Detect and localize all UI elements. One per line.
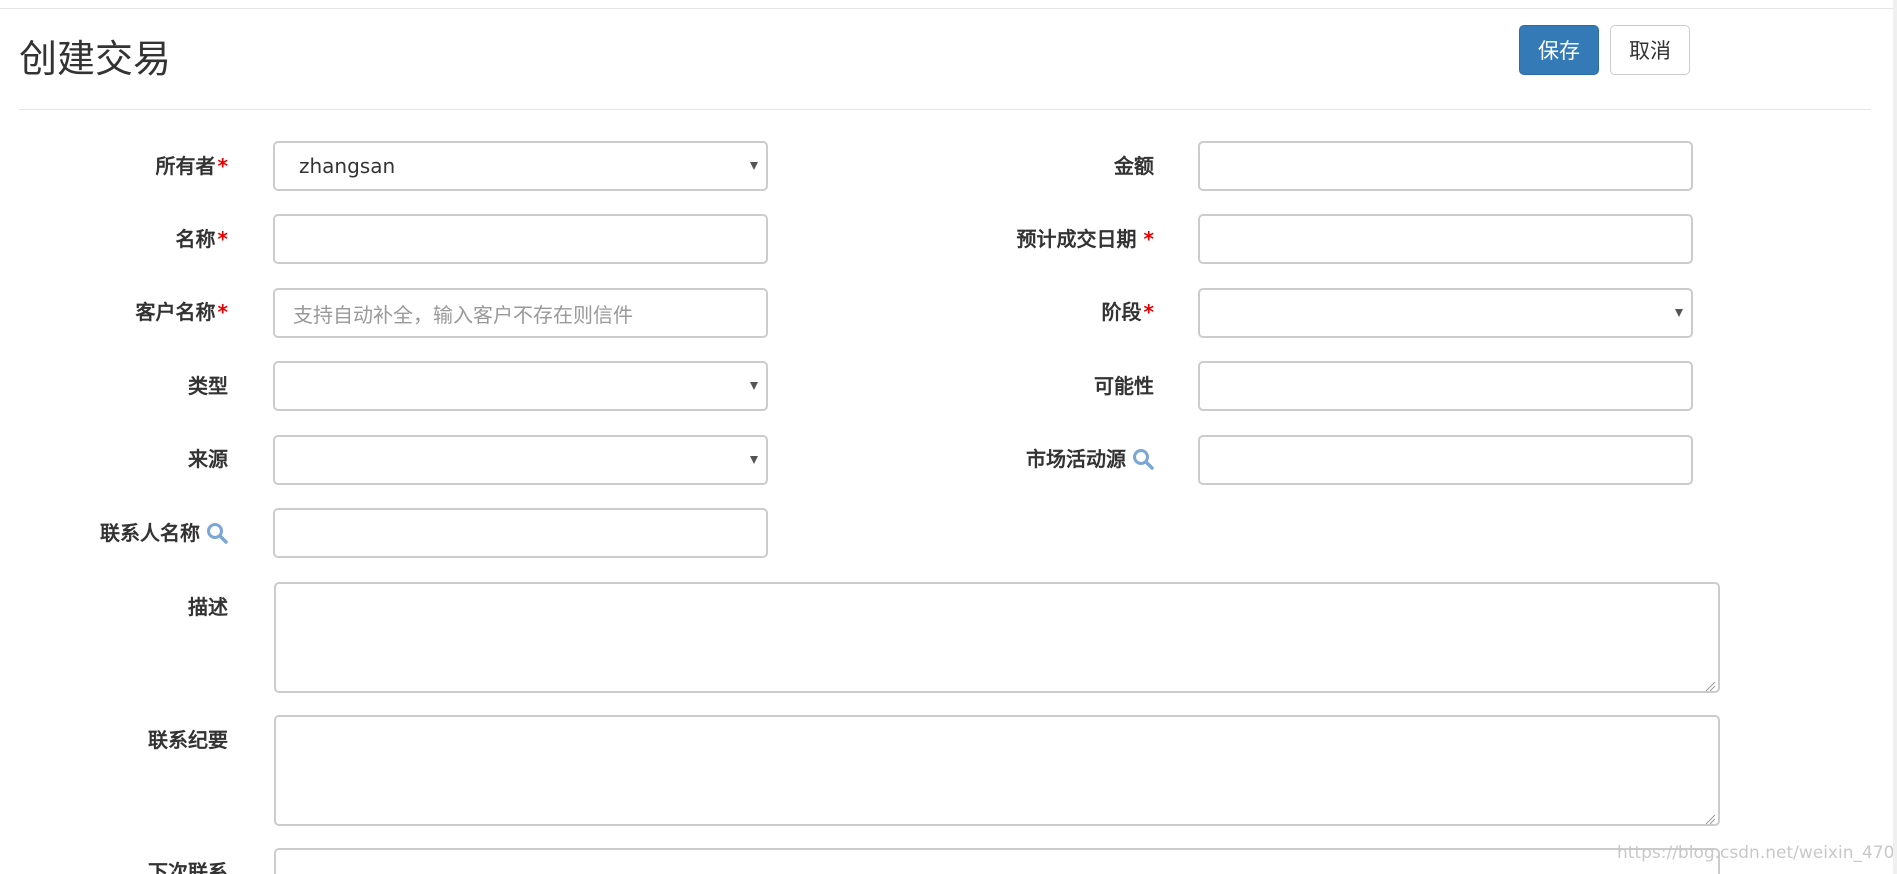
contact-summary-label-text: 联系纪要 xyxy=(148,728,228,752)
description-label-text: 描述 xyxy=(188,595,228,619)
type-select[interactable] xyxy=(273,361,768,411)
caret-down-icon xyxy=(750,162,758,170)
search-icon[interactable] xyxy=(206,522,228,544)
next-contact-label: 下次联系 xyxy=(148,858,228,874)
resize-grip-icon[interactable] xyxy=(1704,677,1716,692)
owner-select-value: zhangsan xyxy=(299,154,396,178)
name-label: 名称 * xyxy=(176,225,228,253)
stage-label: 阶段 * xyxy=(1102,298,1154,326)
probability-label-text: 可能性 xyxy=(1094,374,1154,398)
probability-label: 可能性 xyxy=(1094,372,1154,400)
campaign-source-input[interactable] xyxy=(1198,435,1693,485)
owner-select[interactable]: zhangsan xyxy=(273,141,768,191)
required-mark: * xyxy=(217,154,228,178)
amount-label-text: 金额 xyxy=(1114,154,1154,178)
page-header: 创建交易 保存 取消 xyxy=(0,9,1897,109)
source-label: 来源 xyxy=(188,445,228,473)
save-button[interactable]: 保存 xyxy=(1519,25,1599,75)
caret-down-icon xyxy=(1675,309,1683,317)
source-select[interactable] xyxy=(273,435,768,485)
customer-name-label: 客户名称 * xyxy=(136,298,228,326)
contact-summary-textarea[interactable] xyxy=(274,715,1720,826)
description-textarea[interactable] xyxy=(274,582,1720,693)
next-contact-label-text: 下次联系 xyxy=(148,860,228,874)
amount-input[interactable] xyxy=(1198,141,1693,191)
campaign-source-label-text: 市场活动源 xyxy=(1026,447,1126,471)
required-mark: * xyxy=(217,300,228,324)
type-label: 类型 xyxy=(188,372,228,400)
contact-summary-label: 联系纪要 xyxy=(148,726,228,754)
source-label-text: 来源 xyxy=(188,447,228,471)
header-divider xyxy=(19,109,1871,110)
required-mark: * xyxy=(1143,227,1154,251)
name-input[interactable] xyxy=(273,214,768,264)
required-mark: * xyxy=(1143,300,1154,324)
stage-label-text: 阶段 xyxy=(1101,300,1142,324)
probability-input[interactable] xyxy=(1198,361,1693,411)
campaign-source-label: 市场活动源 xyxy=(1026,445,1154,473)
next-contact-input[interactable] xyxy=(274,848,1720,874)
customer-name-placeholder: 支持自动补全，输入客户不存在则信件 xyxy=(293,302,633,327)
contact-name-input[interactable] xyxy=(273,508,768,558)
caret-down-icon xyxy=(750,382,758,390)
search-icon[interactable] xyxy=(1132,448,1154,470)
owner-label: 所有者 * xyxy=(156,152,228,180)
scrollbar[interactable] xyxy=(1893,0,1897,874)
page-title: 创建交易 xyxy=(19,37,172,81)
expected-date-label: 预计成交日期 * xyxy=(1017,225,1154,253)
contact-name-label: 联系人名称 xyxy=(100,519,228,547)
required-mark: * xyxy=(217,227,228,251)
amount-label: 金额 xyxy=(1114,152,1154,180)
type-label-text: 类型 xyxy=(188,374,228,398)
resize-grip-icon[interactable] xyxy=(1704,810,1716,825)
owner-label-text: 所有者 xyxy=(155,154,216,178)
expected-date-input[interactable] xyxy=(1198,214,1693,264)
stage-select[interactable] xyxy=(1198,288,1693,338)
watermark: https://blog.csdn.net/weixin_47000135 xyxy=(1617,843,1897,863)
name-label-text: 名称 xyxy=(175,227,216,251)
expected-date-label-text: 预计成交日期 xyxy=(1016,227,1137,251)
customer-name-input[interactable]: 支持自动补全，输入客户不存在则信件 xyxy=(273,288,768,338)
create-deal-page: 创建交易 保存 取消 所有者 * zhangsan 金额 名称 * 预计成交日期 * … xyxy=(0,0,1897,874)
description-label: 描述 xyxy=(188,593,228,621)
customer-name-label-text: 客户名称 xyxy=(135,300,216,324)
cancel-button[interactable]: 取消 xyxy=(1610,25,1690,75)
caret-down-icon xyxy=(750,456,758,464)
contact-name-label-text: 联系人名称 xyxy=(100,521,200,545)
